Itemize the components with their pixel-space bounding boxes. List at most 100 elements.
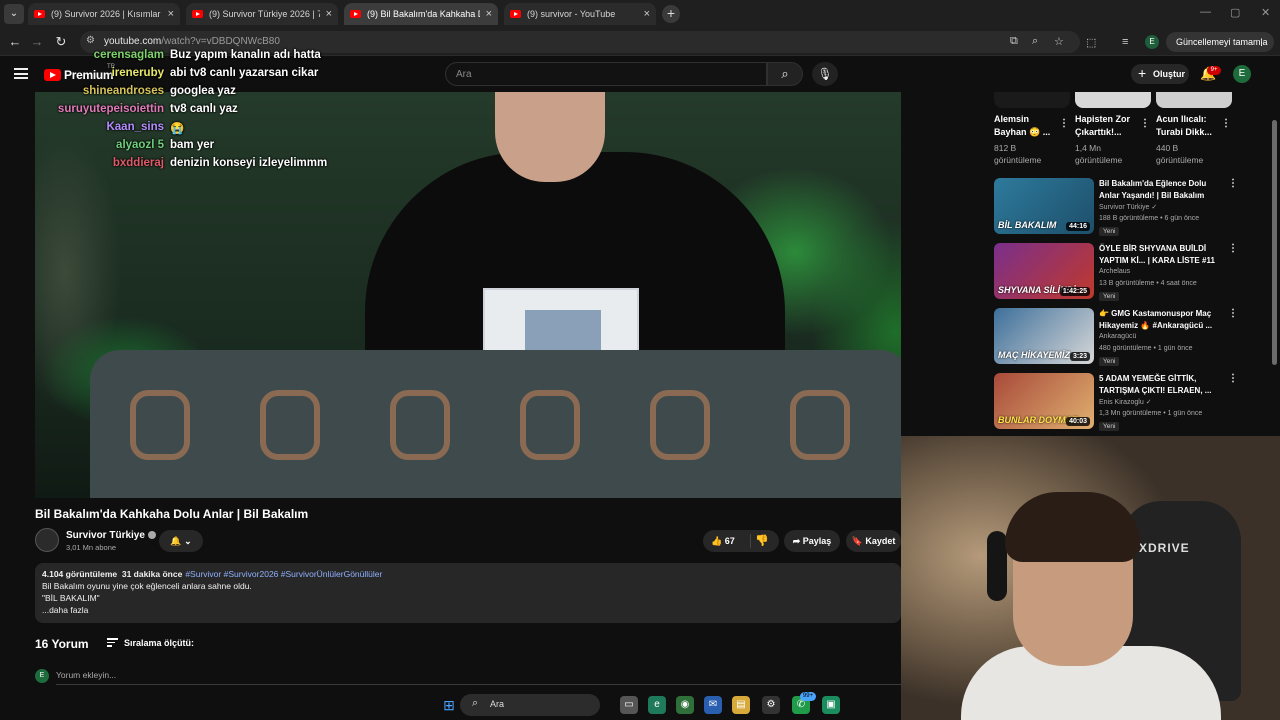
description-line: Bil Bakalım oyunu yine çok eğlenceli anl… <box>42 581 252 591</box>
show-more-link[interactable]: ...daha fazla <box>42 604 894 616</box>
short-views: 440 B görüntüleme <box>1156 143 1204 165</box>
video-thumbnail[interactable]: MAÇ HİKAYEMİZ 3:23 <box>994 308 1094 364</box>
voice-search-button[interactable]: 🎙 <box>812 62 838 86</box>
like-count: 67 <box>724 536 735 546</box>
chat-username: suruyutepeisoiettin <box>57 103 164 115</box>
cast-icon[interactable]: ⧉ <box>1010 35 1018 48</box>
recommended-video[interactable]: SHYVANA SİLİNDİ 1:42:25 ÖYLE BİR SHYVANA… <box>994 243 1244 303</box>
browser-tab-strip: ⌄ (9) Survivor 2026 | Kısımlar - Yo × (9… <box>0 0 1280 28</box>
edge-browser-icon[interactable]: e <box>648 696 666 714</box>
browser-tab-4[interactable]: (9) survivor - YouTube × <box>504 3 656 25</box>
channel-text: Survivor Türkiye <box>1099 204 1150 211</box>
tab-title: (9) Survivor 2026 | Kısımlar - Yo <box>51 9 162 19</box>
chrome-browser-icon[interactable]: ◉ <box>676 696 694 714</box>
profile-avatar[interactable]: E <box>1145 35 1159 49</box>
extensions-icon[interactable]: ⬚ <box>1086 36 1096 49</box>
chat-username: ireneruby <box>111 67 164 79</box>
short-thumbnail[interactable] <box>994 92 1070 108</box>
channel-name[interactable]: Survivor Türkiye <box>66 530 156 541</box>
close-window-icon[interactable]: ✕ <box>1261 6 1270 19</box>
chat-text: denizin konseyi izleyelimmm <box>170 157 328 169</box>
site-info-icon[interactable]: ⚙ <box>86 35 95 46</box>
browser-tab-2[interactable]: (9) Survivor Türkiye 2026 | 7. H × <box>186 3 338 25</box>
channel-avatar[interactable] <box>35 528 59 552</box>
taskbar-search[interactable]: ⌕ Ara <box>460 694 600 716</box>
tab-close-icon[interactable]: × <box>168 8 174 20</box>
task-view-icon[interactable]: ▭ <box>620 696 638 714</box>
recommended-title[interactable]: Bil Bakalım'da Eğlence Dolu Anlar Yaşand… <box>1099 178 1221 201</box>
short-menu-icon[interactable]: ⋮ <box>1221 118 1231 129</box>
tab-close-icon[interactable]: × <box>644 8 650 20</box>
file-explorer-icon[interactable]: ▤ <box>732 696 750 714</box>
browser-tab-1[interactable]: (9) Survivor 2026 | Kısımlar - Yo × <box>28 3 180 25</box>
share-button[interactable]: ➦ Paylaş <box>784 530 840 552</box>
url-text[interactable]: youtube.com/watch?v=vDBDQNWcB80 <box>104 36 280 47</box>
share-label: Paylaş <box>802 536 832 546</box>
video-menu-icon[interactable]: ⋮ <box>1228 243 1238 254</box>
thumbs-up-icon: 👍 <box>711 536 723 546</box>
windows-start-icon[interactable]: ⊞ <box>440 696 458 714</box>
recommended-title[interactable]: 👉 GMG Kastamonuspor Maç Hikayemiz 🔥 #Ank… <box>1099 308 1221 331</box>
chat-username: bxddieraj <box>112 157 164 169</box>
chat-message: bxddieraj denizin konseyi izleyelimmm <box>0 157 400 175</box>
video-duration: 1:42:25 <box>1059 287 1090 296</box>
short-title[interactable]: Hapisten Zor Çıkarttık!... <box>1075 113 1137 139</box>
maximize-icon[interactable]: ▢ <box>1230 6 1240 19</box>
tab-close-icon[interactable]: × <box>486 8 492 20</box>
dislike-button[interactable]: 👎 <box>755 530 769 552</box>
recommended-channel[interactable]: Survivor Türkiye ✓ <box>1099 203 1157 211</box>
recommended-title[interactable]: ÖYLE BİR SHYVANA BUİLDİ YAPTIM Kİ... | K… <box>1099 243 1221 266</box>
save-button[interactable]: 🔖 Kaydet <box>846 530 901 552</box>
video-thumbnail[interactable]: SHYVANA SİLİNDİ 1:42:25 <box>994 243 1094 299</box>
comments-count: 16 Yorum <box>35 637 89 651</box>
recommended-channel[interactable]: Enis Kirazoglu ✓ <box>1099 398 1152 406</box>
subscribe-bell-button[interactable]: 🔔 ⌄ <box>159 530 203 552</box>
recommended-video[interactable]: MAÇ HİKAYEMİZ 3:23 👉 GMG Kastamonuspor M… <box>994 308 1244 368</box>
new-tab-button[interactable]: + <box>662 5 680 23</box>
taskbar-search-label: Ara <box>490 699 505 709</box>
browser-tab-3[interactable]: (9) Bil Bakalım'da Kahkaha Dolu × <box>344 3 498 25</box>
tab-search-button[interactable]: ⌄ <box>4 4 24 24</box>
hashtags[interactable]: #Survivor #Survivor2026 #SurvivorÜnlüler… <box>185 569 382 579</box>
video-thumbnail[interactable]: BUNLAR DOYMAZ 40:03 <box>994 373 1094 429</box>
video-thumbnail[interactable]: BİL BAKALIM 44:16 <box>994 178 1094 234</box>
recommended-channel[interactable]: Ankaragücü <box>1099 333 1136 340</box>
recommended-video[interactable]: BİL BAKALIM 44:16 Bil Bakalım'da Eğlence… <box>994 178 1244 238</box>
page-scrollbar[interactable] <box>1272 120 1277 365</box>
short-thumbnail[interactable] <box>1156 92 1232 108</box>
video-description[interactable]: 4.104 görüntüleme 31 dakika önce #Survivo… <box>35 563 901 623</box>
media-app-icon[interactable]: ▣ <box>822 696 840 714</box>
zoom-icon[interactable]: ⌕ <box>1032 35 1038 48</box>
account-avatar[interactable]: E <box>1233 65 1251 83</box>
minimize-icon[interactable]: — <box>1200 6 1211 18</box>
sort-comments-button[interactable]: Sıralama ölçütü: <box>107 638 194 649</box>
video-duration: 40:03 <box>1066 417 1090 426</box>
short-title[interactable]: Alemsin Bayhan 😳 ... <box>994 113 1056 139</box>
mail-icon[interactable]: ✉ <box>704 696 722 714</box>
video-menu-icon[interactable]: ⋮ <box>1228 308 1238 319</box>
recommended-video[interactable]: BUNLAR DOYMAZ 40:03 5 ADAM YEMEĞE GİTTİK… <box>994 373 1244 433</box>
recommended-title[interactable]: 5 ADAM YEMEĞE GİTTİK, TARTIŞMA ÇIKTI! EL… <box>1099 373 1221 396</box>
video-menu-icon[interactable]: ⋮ <box>1228 178 1238 189</box>
update-button[interactable]: Güncellemeyi tamamla ⋮ <box>1166 32 1274 52</box>
chat-text: Buz yapım kanalın adı hatta <box>170 49 321 61</box>
reading-list-icon[interactable]: ≡ <box>1122 36 1128 48</box>
create-button[interactable]: + Oluştur <box>1131 64 1189 84</box>
short-menu-icon[interactable]: ⋮ <box>1059 118 1069 129</box>
channel-text: Enis Kirazoglu <box>1099 399 1144 406</box>
channel-name-text: Survivor Türkiye <box>66 530 145 541</box>
short-menu-icon[interactable]: ⋮ <box>1140 118 1150 129</box>
add-comment-input[interactable]: Yorum ekleyin... <box>56 670 116 680</box>
video-menu-icon[interactable]: ⋮ <box>1228 373 1238 384</box>
recommended-channel[interactable]: Archelaus <box>1099 268 1130 275</box>
youtube-favicon-icon <box>510 10 521 18</box>
short-title[interactable]: Acun Ilıcalı: Turabi Dikk... <box>1156 113 1218 139</box>
short-thumbnail[interactable] <box>1075 92 1151 108</box>
browser-menu-icon[interactable]: ⋮ <box>1257 32 1266 52</box>
settings-gear-icon[interactable]: ⚙ <box>762 696 780 714</box>
tab-close-icon[interactable]: × <box>326 8 332 20</box>
search-button[interactable]: ⌕ <box>767 62 803 86</box>
like-button[interactable]: 👍 67 <box>711 530 735 552</box>
bookmark-star-icon[interactable]: ☆ <box>1054 35 1064 48</box>
search-input[interactable]: Ara <box>445 62 767 86</box>
